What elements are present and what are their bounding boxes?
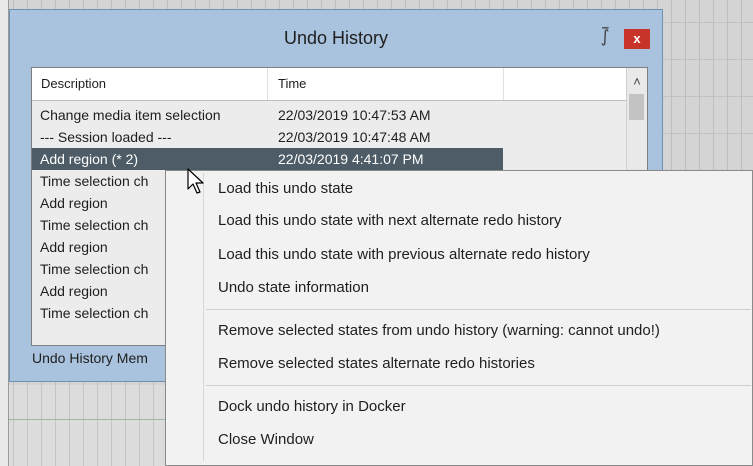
list-item-selected[interactable]: Add region (* 2) 22/03/2019 4:41:07 PM [32, 148, 503, 170]
pin-icon[interactable]: ⨛ [596, 27, 614, 47]
menu-separator [206, 309, 751, 310]
column-header-empty [504, 68, 627, 100]
track-lane-line [0, 419, 170, 420]
menu-item-close-window[interactable]: Close Window [218, 427, 314, 453]
scrollbar-thumb[interactable] [629, 94, 644, 120]
menu-item-load-next-alternate-redo[interactable]: Load this undo state with next alternate… [218, 208, 562, 234]
window-title: Undo History [283, 28, 389, 48]
menu-icon-gutter [203, 173, 204, 461]
list-item[interactable]: Change media item selection 22/03/2019 1… [32, 104, 503, 126]
scroll-up-arrow-icon[interactable]: ˄ [627, 74, 647, 90]
title-bar[interactable]: Undo History ⨛ x [10, 10, 662, 66]
row-time: 22/03/2019 10:47:48 AM [278, 129, 431, 145]
window-edge [0, 0, 9, 466]
undo-history-memory-label: Undo History Mem [32, 350, 148, 366]
row-description: Add region (* 2) [40, 151, 139, 167]
row-description: Change media item selection [40, 107, 221, 123]
menu-item-remove-alternate-redo-histories[interactable]: Remove selected states alternate redo hi… [218, 351, 535, 377]
row-time: 22/03/2019 10:47:53 AM [278, 107, 431, 123]
row-description: --- Session loaded --- [40, 129, 172, 145]
menu-item-dock-in-docker[interactable]: Dock undo history in Docker [218, 394, 406, 420]
menu-separator [206, 385, 751, 386]
menu-item-load-undo-state[interactable]: Load this undo state [218, 176, 353, 202]
menu-item-remove-selected-states[interactable]: Remove selected states from undo history… [218, 318, 660, 344]
column-header-description[interactable]: Description [32, 68, 268, 100]
close-button[interactable]: x [624, 29, 650, 49]
menu-item-undo-state-information[interactable]: Undo state information [218, 275, 369, 301]
context-menu: Load this undo state Load this undo stat… [165, 170, 753, 466]
list-item[interactable]: --- Session loaded --- 22/03/2019 10:47:… [32, 126, 503, 148]
mouse-pointer-icon [187, 168, 204, 194]
row-time: 22/03/2019 4:41:07 PM [278, 151, 424, 167]
menu-item-load-previous-alternate-redo[interactable]: Load this undo state with previous alter… [218, 242, 590, 268]
column-header-time[interactable]: Time [268, 68, 504, 100]
list-header: Description Time [32, 68, 627, 101]
